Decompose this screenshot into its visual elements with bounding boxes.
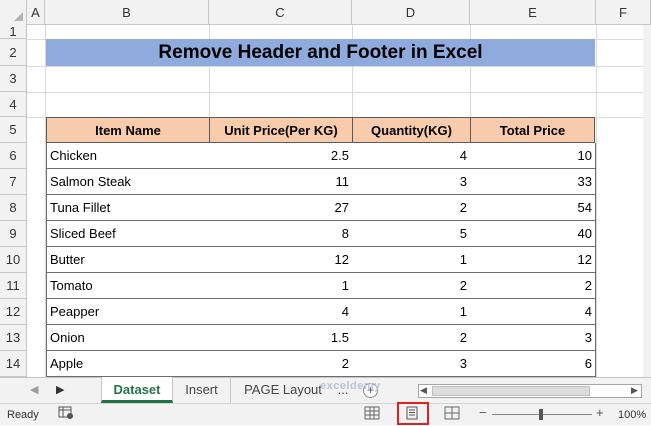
row-header-5[interactable]: 5 — [0, 117, 27, 143]
unit-price-cell[interactable]: 1.5 — [209, 325, 353, 351]
column-header-d[interactable]: D — [352, 0, 470, 25]
total-price-cell[interactable]: 33 — [470, 169, 596, 195]
row-header-8[interactable]: 8 — [0, 195, 27, 221]
zoom-level[interactable]: 100% — [618, 404, 646, 426]
item-name-cell[interactable]: Onion — [46, 325, 210, 351]
tab-scroll-prev-icon[interactable]: ◀ — [30, 383, 38, 396]
unit-price-cell[interactable]: 12 — [209, 247, 353, 273]
accessibility-icon[interactable] — [58, 406, 76, 422]
row-header-12[interactable]: 12 — [0, 299, 27, 325]
unit-price-cell[interactable]: 11 — [209, 169, 353, 195]
header-quantity[interactable]: Quantity(KG) — [352, 117, 471, 143]
row-header-11[interactable]: 11 — [0, 273, 27, 299]
item-name-cell[interactable]: Tuna Fillet — [46, 195, 210, 221]
unit-price-cell[interactable]: 2.5 — [209, 143, 353, 169]
scroll-right-icon[interactable]: ▶ — [631, 385, 638, 396]
status-ready: Ready — [7, 409, 39, 421]
header-total-price[interactable]: Total Price — [470, 117, 595, 143]
watermark: exceldemy — [320, 380, 381, 392]
row-header-7[interactable]: 7 — [0, 169, 27, 195]
row-header-1[interactable]: 1 — [0, 25, 27, 39]
header-item-name[interactable]: Item Name — [46, 117, 210, 143]
total-price-cell[interactable]: 12 — [470, 247, 596, 273]
total-price-cell[interactable]: 6 — [470, 351, 596, 377]
gridline — [27, 66, 643, 67]
horizontal-scroll-thumb[interactable] — [432, 386, 590, 396]
normal-view-icon[interactable] — [364, 406, 382, 422]
quantity-cell[interactable]: 2 — [352, 195, 471, 221]
column-header-f[interactable]: F — [596, 0, 651, 25]
quantity-cell[interactable]: 5 — [352, 221, 471, 247]
column-header-b[interactable]: B — [45, 0, 209, 25]
column-header-c[interactable]: C — [209, 0, 352, 25]
sheet-title[interactable]: Remove Header and Footer in Excel — [46, 39, 595, 66]
zoom-slider-thumb[interactable] — [539, 409, 543, 420]
unit-price-cell[interactable]: 2 — [209, 351, 353, 377]
tab-dataset[interactable]: Dataset — [101, 377, 173, 403]
row-header-10[interactable]: 10 — [0, 247, 27, 273]
quantity-cell[interactable]: 1 — [352, 247, 471, 273]
quantity-cell[interactable]: 3 — [352, 351, 471, 377]
row-header-14[interactable]: 14 — [0, 351, 27, 377]
unit-price-cell[interactable]: 4 — [209, 299, 353, 325]
total-price-cell[interactable]: 10 — [470, 143, 596, 169]
column-header-e[interactable]: E — [470, 0, 596, 25]
total-price-cell[interactable]: 40 — [470, 221, 596, 247]
item-name-cell[interactable]: Peapper — [46, 299, 210, 325]
gridline — [27, 92, 643, 93]
quantity-cell[interactable]: 1 — [352, 299, 471, 325]
vertical-scrollbar[interactable] — [643, 25, 651, 377]
item-name-cell[interactable]: Tomato — [46, 273, 210, 299]
row-header-3[interactable]: 3 — [0, 66, 27, 92]
total-price-cell[interactable]: 4 — [470, 299, 596, 325]
column-header-a[interactable]: A — [27, 0, 45, 25]
unit-price-cell[interactable]: 8 — [209, 221, 353, 247]
unit-price-cell[interactable]: 27 — [209, 195, 353, 221]
zoom-in-button[interactable]: + — [596, 405, 604, 420]
item-name-cell[interactable]: Salmon Steak — [46, 169, 210, 195]
tab-insert[interactable]: Insert — [173, 377, 231, 403]
scroll-left-icon[interactable]: ◀ — [420, 385, 427, 396]
row-header-2[interactable]: 2 — [0, 39, 27, 66]
page-layout-highlight-box — [397, 402, 429, 425]
row-header-6[interactable]: 6 — [0, 143, 27, 169]
quantity-cell[interactable]: 3 — [352, 169, 471, 195]
item-name-cell[interactable]: Apple — [46, 351, 210, 377]
zoom-out-button[interactable]: − — [479, 405, 487, 420]
item-name-cell[interactable]: Sliced Beef — [46, 221, 210, 247]
tab-scroll-next-icon[interactable]: ▶ — [56, 383, 64, 396]
total-price-cell[interactable]: 54 — [470, 195, 596, 221]
quantity-cell[interactable]: 2 — [352, 273, 471, 299]
total-price-cell[interactable]: 2 — [470, 273, 596, 299]
quantity-cell[interactable]: 2 — [352, 325, 471, 351]
item-name-cell[interactable]: Butter — [46, 247, 210, 273]
quantity-cell[interactable]: 4 — [352, 143, 471, 169]
unit-price-cell[interactable]: 1 — [209, 273, 353, 299]
row-header-13[interactable]: 13 — [0, 325, 27, 351]
item-name-cell[interactable]: Chicken — [46, 143, 210, 169]
header-unit-price[interactable]: Unit Price(Per KG) — [209, 117, 353, 143]
select-all-triangle-icon — [14, 12, 23, 21]
row-header-4[interactable]: 4 — [0, 92, 27, 117]
page-break-preview-icon[interactable] — [444, 406, 462, 422]
gridline — [596, 25, 597, 377]
total-price-cell[interactable]: 3 — [470, 325, 596, 351]
row-header-9[interactable]: 9 — [0, 221, 27, 247]
